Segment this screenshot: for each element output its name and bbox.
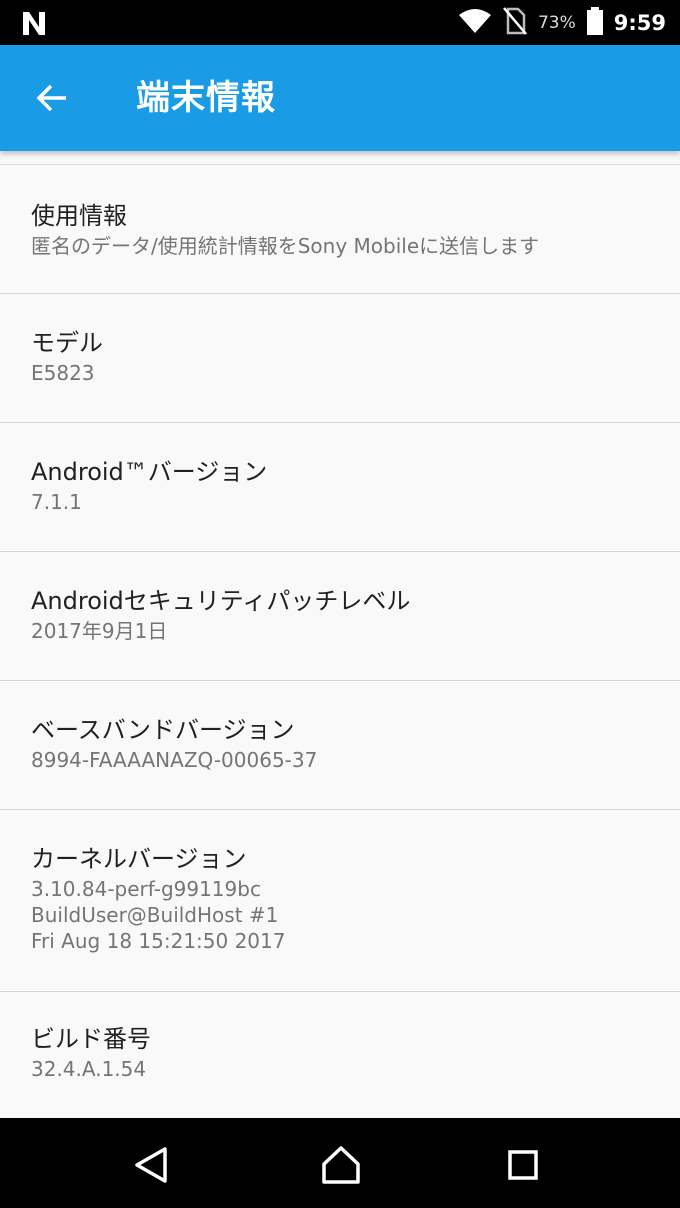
settings-list: 使用情報 匿名のデータ/使用統計情報をSony Mobileに送信します モデル… <box>0 151 680 1120</box>
list-item-usage-info[interactable]: 使用情報 匿名のデータ/使用統計情報をSony Mobileに送信します <box>0 165 680 294</box>
status-icons: 73% 9:59 <box>458 0 666 45</box>
list-item-android-version[interactable]: Android™バージョン 7.1.1 <box>0 423 680 552</box>
list-item-baseband-version[interactable]: ベースバンドバージョン 8994-FAAAANAZQ-00065-37 <box>0 681 680 810</box>
battery-percent: 73% <box>537 12 576 33</box>
list-item-model[interactable]: モデル E5823 <box>0 294 680 423</box>
item-title: 使用情報 <box>31 202 127 230</box>
list-item-kernel-version[interactable]: カーネルバージョン 3.10.84-perf-g99119bc BuildUse… <box>0 810 680 992</box>
list-item-build-number[interactable]: ビルド番号 32.4.A.1.54 <box>0 992 680 1120</box>
battery-icon <box>586 6 604 40</box>
nav-home-icon <box>322 1146 360 1184</box>
item-title: モデル <box>31 329 103 357</box>
back-arrow-icon <box>36 84 66 112</box>
navigation-bar <box>0 1118 680 1208</box>
item-summary: 32.4.A.1.54 <box>31 1057 147 1081</box>
item-title: Android™バージョン <box>31 458 268 486</box>
status-bar: 73% 9:59 <box>0 0 680 45</box>
item-summary: 8994-FAAAANAZQ-00065-37 <box>31 748 318 772</box>
item-title: Androidセキュリティパッチレベル <box>31 587 411 615</box>
notification-n-icon <box>20 9 48 37</box>
app-bar: 端末情報 <box>0 45 680 151</box>
nav-recents-button[interactable] <box>500 1142 546 1188</box>
list-item-security-patch-level[interactable]: Androidセキュリティパッチレベル 2017年9月1日 <box>0 552 680 681</box>
item-summary: 3.10.84-perf-g99119bc BuildUser@BuildHos… <box>31 877 286 953</box>
nav-back-button[interactable] <box>128 1142 174 1188</box>
no-sim-icon <box>502 6 528 40</box>
page-title: 端末情報 <box>136 78 276 118</box>
item-summary: 7.1.1 <box>31 490 82 514</box>
status-time: 9:59 <box>613 10 666 35</box>
wifi-icon <box>458 7 492 39</box>
item-title: ベースバンドバージョン <box>31 716 295 744</box>
back-button[interactable] <box>24 73 80 123</box>
nav-recents-icon <box>508 1150 538 1180</box>
item-title: カーネルバージョン <box>31 845 247 873</box>
item-summary: 2017年9月1日 <box>31 619 168 643</box>
item-summary: E5823 <box>31 361 95 385</box>
item-title: ビルド番号 <box>31 1025 151 1053</box>
nav-home-button[interactable] <box>318 1142 364 1188</box>
item-summary: 匿名のデータ/使用統計情報をSony Mobileに送信します <box>31 234 540 258</box>
nav-back-icon <box>135 1147 167 1183</box>
